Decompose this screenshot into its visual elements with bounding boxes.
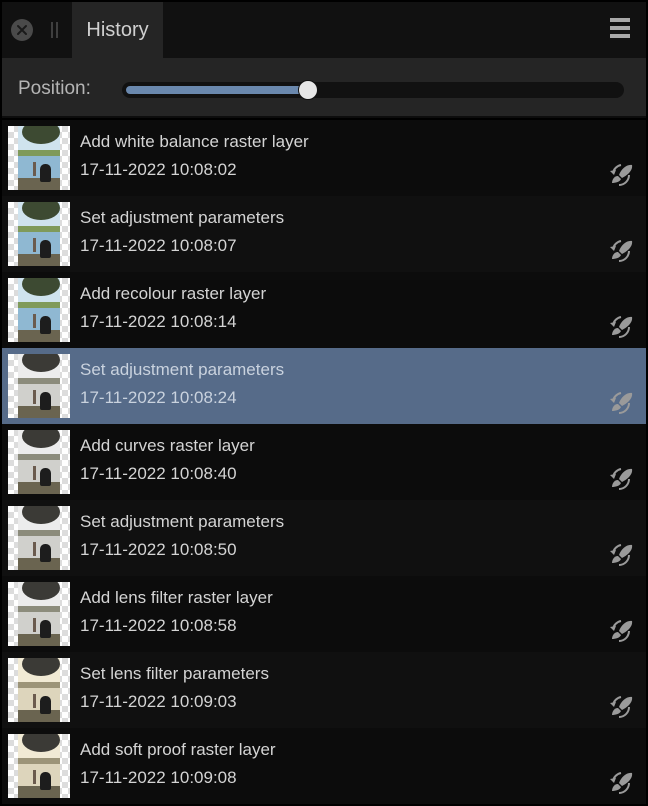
history-item[interactable]: Add lens filter raster layer 17-11-2022 … xyxy=(2,576,646,652)
brush-undo-icon[interactable] xyxy=(607,693,635,721)
brush-undo-icon[interactable] xyxy=(607,465,635,493)
position-slider[interactable] xyxy=(122,80,624,100)
history-item-title: Add white balance raster layer xyxy=(80,132,309,151)
hamburger-menu-icon xyxy=(610,18,630,22)
history-item-timestamp: 17-11-2022 10:08:50 xyxy=(80,540,237,559)
history-thumbnail xyxy=(8,430,70,494)
brush-undo-icon[interactable] xyxy=(607,541,635,569)
position-label: Position: xyxy=(18,78,91,99)
history-item[interactable]: Add recolour raster layer 17-11-2022 10:… xyxy=(2,272,646,348)
brush-undo-icon[interactable] xyxy=(607,237,635,265)
history-item[interactable]: Set adjustment parameters 17-11-2022 10:… xyxy=(2,348,646,424)
close-panel-button[interactable] xyxy=(11,19,33,41)
tab-history[interactable]: History xyxy=(72,2,163,58)
history-item-timestamp: 17-11-2022 10:09:08 xyxy=(80,768,237,787)
history-item-timestamp: 17-11-2022 10:08:07 xyxy=(80,236,237,255)
history-item-title: Add recolour raster layer xyxy=(80,284,267,303)
history-item-title: Set adjustment parameters xyxy=(80,208,285,227)
history-item-title: Set adjustment parameters xyxy=(80,360,285,379)
history-item[interactable]: Set adjustment parameters 17-11-2022 10:… xyxy=(2,196,646,272)
close-icon xyxy=(17,25,27,35)
history-list[interactable]: Add white balance raster layer 17-11-202… xyxy=(2,118,646,804)
position-slider-thumb[interactable] xyxy=(298,80,318,100)
history-thumbnail xyxy=(8,354,70,418)
history-thumbnail xyxy=(8,582,70,646)
history-item-timestamp: 17-11-2022 10:08:14 xyxy=(80,312,237,331)
brush-undo-icon[interactable] xyxy=(607,389,635,417)
brush-undo-icon[interactable] xyxy=(607,161,635,189)
history-item-title: Add soft proof raster layer xyxy=(80,740,276,759)
history-item-title: Add curves raster layer xyxy=(80,436,255,455)
history-item[interactable]: Add curves raster layer 17-11-2022 10:08… xyxy=(2,424,646,500)
history-item[interactable]: Set adjustment parameters 17-11-2022 10:… xyxy=(2,500,646,576)
history-thumbnail xyxy=(8,658,70,722)
history-item[interactable]: Add soft proof raster layer 17-11-2022 1… xyxy=(2,728,646,804)
panel-menu-button[interactable] xyxy=(610,18,630,40)
history-thumbnail xyxy=(8,734,70,798)
history-thumbnail xyxy=(8,202,70,266)
history-thumbnail xyxy=(8,278,70,342)
tab-bar: History xyxy=(2,2,646,58)
position-bar: Position: xyxy=(2,58,646,116)
history-item-title: Set lens filter parameters xyxy=(80,664,269,683)
history-item-title: Set adjustment parameters xyxy=(80,512,285,531)
history-item-timestamp: 17-11-2022 10:08:40 xyxy=(80,464,237,483)
history-item-timestamp: 17-11-2022 10:08:24 xyxy=(80,388,237,407)
brush-undo-icon[interactable] xyxy=(607,769,635,797)
brush-undo-icon[interactable] xyxy=(607,313,635,341)
history-item[interactable]: Add white balance raster layer 17-11-202… xyxy=(2,120,646,196)
drag-grip-icon[interactable] xyxy=(51,22,59,38)
brush-undo-icon[interactable] xyxy=(607,617,635,645)
history-thumbnail xyxy=(8,126,70,190)
position-slider-fill xyxy=(126,86,308,94)
history-item-title: Add lens filter raster layer xyxy=(80,588,273,607)
history-item-timestamp: 17-11-2022 10:09:03 xyxy=(80,692,237,711)
history-thumbnail xyxy=(8,506,70,570)
history-panel: History Position: Add white balance rast… xyxy=(2,2,646,804)
history-item-timestamp: 17-11-2022 10:08:58 xyxy=(80,616,237,635)
history-item-timestamp: 17-11-2022 10:08:02 xyxy=(80,160,237,179)
history-item[interactable]: Set lens filter parameters 17-11-2022 10… xyxy=(2,652,646,728)
